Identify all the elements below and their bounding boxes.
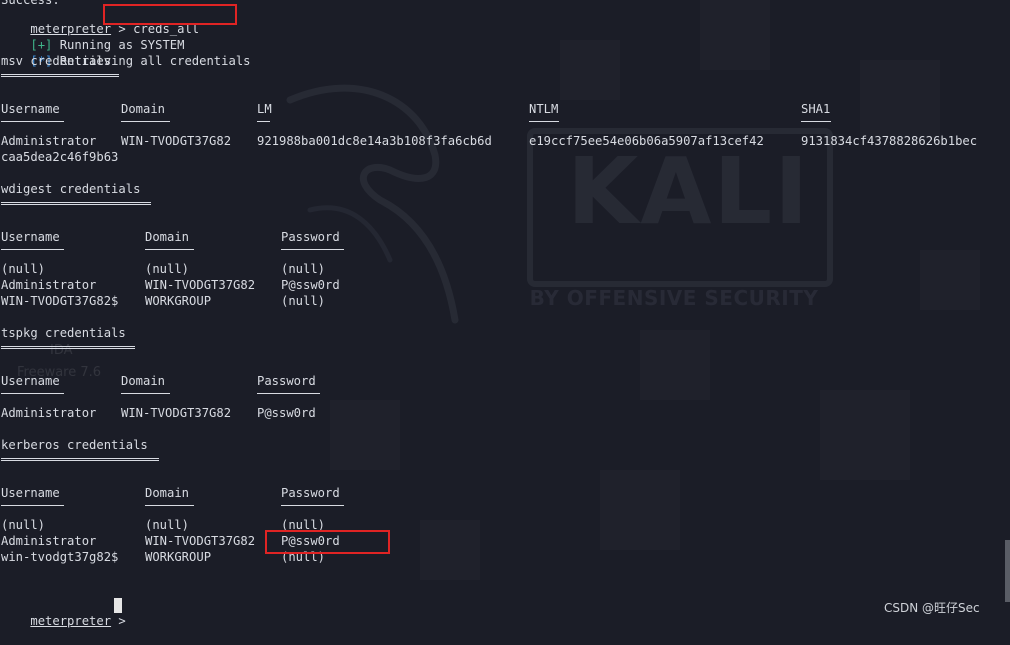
table-cell: (null) xyxy=(145,262,190,276)
prompt-label: meterpreter xyxy=(30,614,112,628)
table-cell: (null) xyxy=(145,518,190,532)
table-cell: WIN-TVODGT37G82 xyxy=(145,534,256,548)
table-cell: Administrator xyxy=(1,134,97,148)
header-underline xyxy=(145,249,194,250)
table-cell: (null) xyxy=(281,262,326,276)
column-header: Domain xyxy=(121,102,166,116)
section-underline xyxy=(1,346,135,349)
section-underline xyxy=(1,202,151,205)
command-highlight-box xyxy=(103,4,237,25)
header-underline xyxy=(145,505,194,506)
header-underline xyxy=(1,121,64,122)
section-underline xyxy=(1,458,159,461)
section-title-tspkg: tspkg credentials xyxy=(1,326,126,340)
prompt-symbol: > xyxy=(118,614,126,628)
column-header: Password xyxy=(257,374,316,388)
terminal-output[interactable]: Success. meterpreter > creds_all [+] Run… xyxy=(1,0,1010,628)
column-header: LM xyxy=(257,102,272,116)
column-header: Password xyxy=(281,230,340,244)
column-header: Domain xyxy=(121,374,166,388)
table-cell: (null) xyxy=(1,262,46,276)
column-header: Username xyxy=(1,374,60,388)
table-cell: Administrator xyxy=(1,278,97,292)
table-cell: WIN-TVODGT37G82 xyxy=(121,134,232,148)
column-header: Domain xyxy=(145,230,190,244)
header-underline xyxy=(121,121,170,122)
header-underline xyxy=(257,393,320,394)
section-title-kerberos: kerberos credentials xyxy=(1,438,148,452)
column-header: NTLM xyxy=(529,102,559,116)
column-header: Password xyxy=(281,486,340,500)
table-cell: P@ssw0rd xyxy=(257,406,316,420)
password-highlight-box xyxy=(265,530,390,554)
column-header: Username xyxy=(1,486,60,500)
table-cell: Administrator xyxy=(1,406,97,420)
header-underline xyxy=(121,393,170,394)
column-header: SHA1 xyxy=(801,102,831,116)
table-cell: win-tvodgt37g82$ xyxy=(1,550,119,564)
table-cell: WIN-TVODGT37G82 xyxy=(145,278,256,292)
header-underline xyxy=(801,121,831,122)
table-cell: (null) xyxy=(1,518,46,532)
header-underline xyxy=(1,505,64,506)
table-cell: WORKGROUP xyxy=(145,294,212,308)
column-header: Username xyxy=(1,230,60,244)
section-underline xyxy=(1,74,119,77)
table-cell: 921988ba001dc8e14a3b108f3fa6cb6d xyxy=(257,134,492,148)
final-prompt-line: meterpreter > xyxy=(1,597,125,628)
header-underline xyxy=(529,121,559,122)
table-cell: WIN-TVODGT37G82$ xyxy=(1,294,119,308)
header-underline xyxy=(1,249,64,250)
table-cell: 9131834cf4378828626b1bec xyxy=(801,134,978,148)
table-cell: (null) xyxy=(281,294,326,308)
table-cell: P@ssw0rd xyxy=(281,278,340,292)
table-cell: WORKGROUP xyxy=(145,550,212,564)
column-header: Domain xyxy=(145,486,190,500)
table-cell-wrap: caa5dea2c46f9b63 xyxy=(1,150,119,164)
header-underline xyxy=(257,121,270,122)
section-title-wdigest: wdigest credentials xyxy=(1,182,141,196)
header-underline xyxy=(281,249,344,250)
section-title-msv: msv credentials xyxy=(1,54,112,68)
table-cell: Administrator xyxy=(1,534,97,548)
table-cell: e19ccf75ee54e06b06a5907af13cef42 xyxy=(529,134,764,148)
text-cursor[interactable] xyxy=(114,598,122,613)
status-line: [*] Retrieving all credentials xyxy=(1,37,250,68)
csdn-watermark: CSDN @旺仔Sec xyxy=(884,601,980,615)
header-underline xyxy=(281,505,344,506)
column-header: Username xyxy=(1,102,60,116)
table-cell: WIN-TVODGT37G82 xyxy=(121,406,232,420)
header-underline xyxy=(1,393,64,394)
